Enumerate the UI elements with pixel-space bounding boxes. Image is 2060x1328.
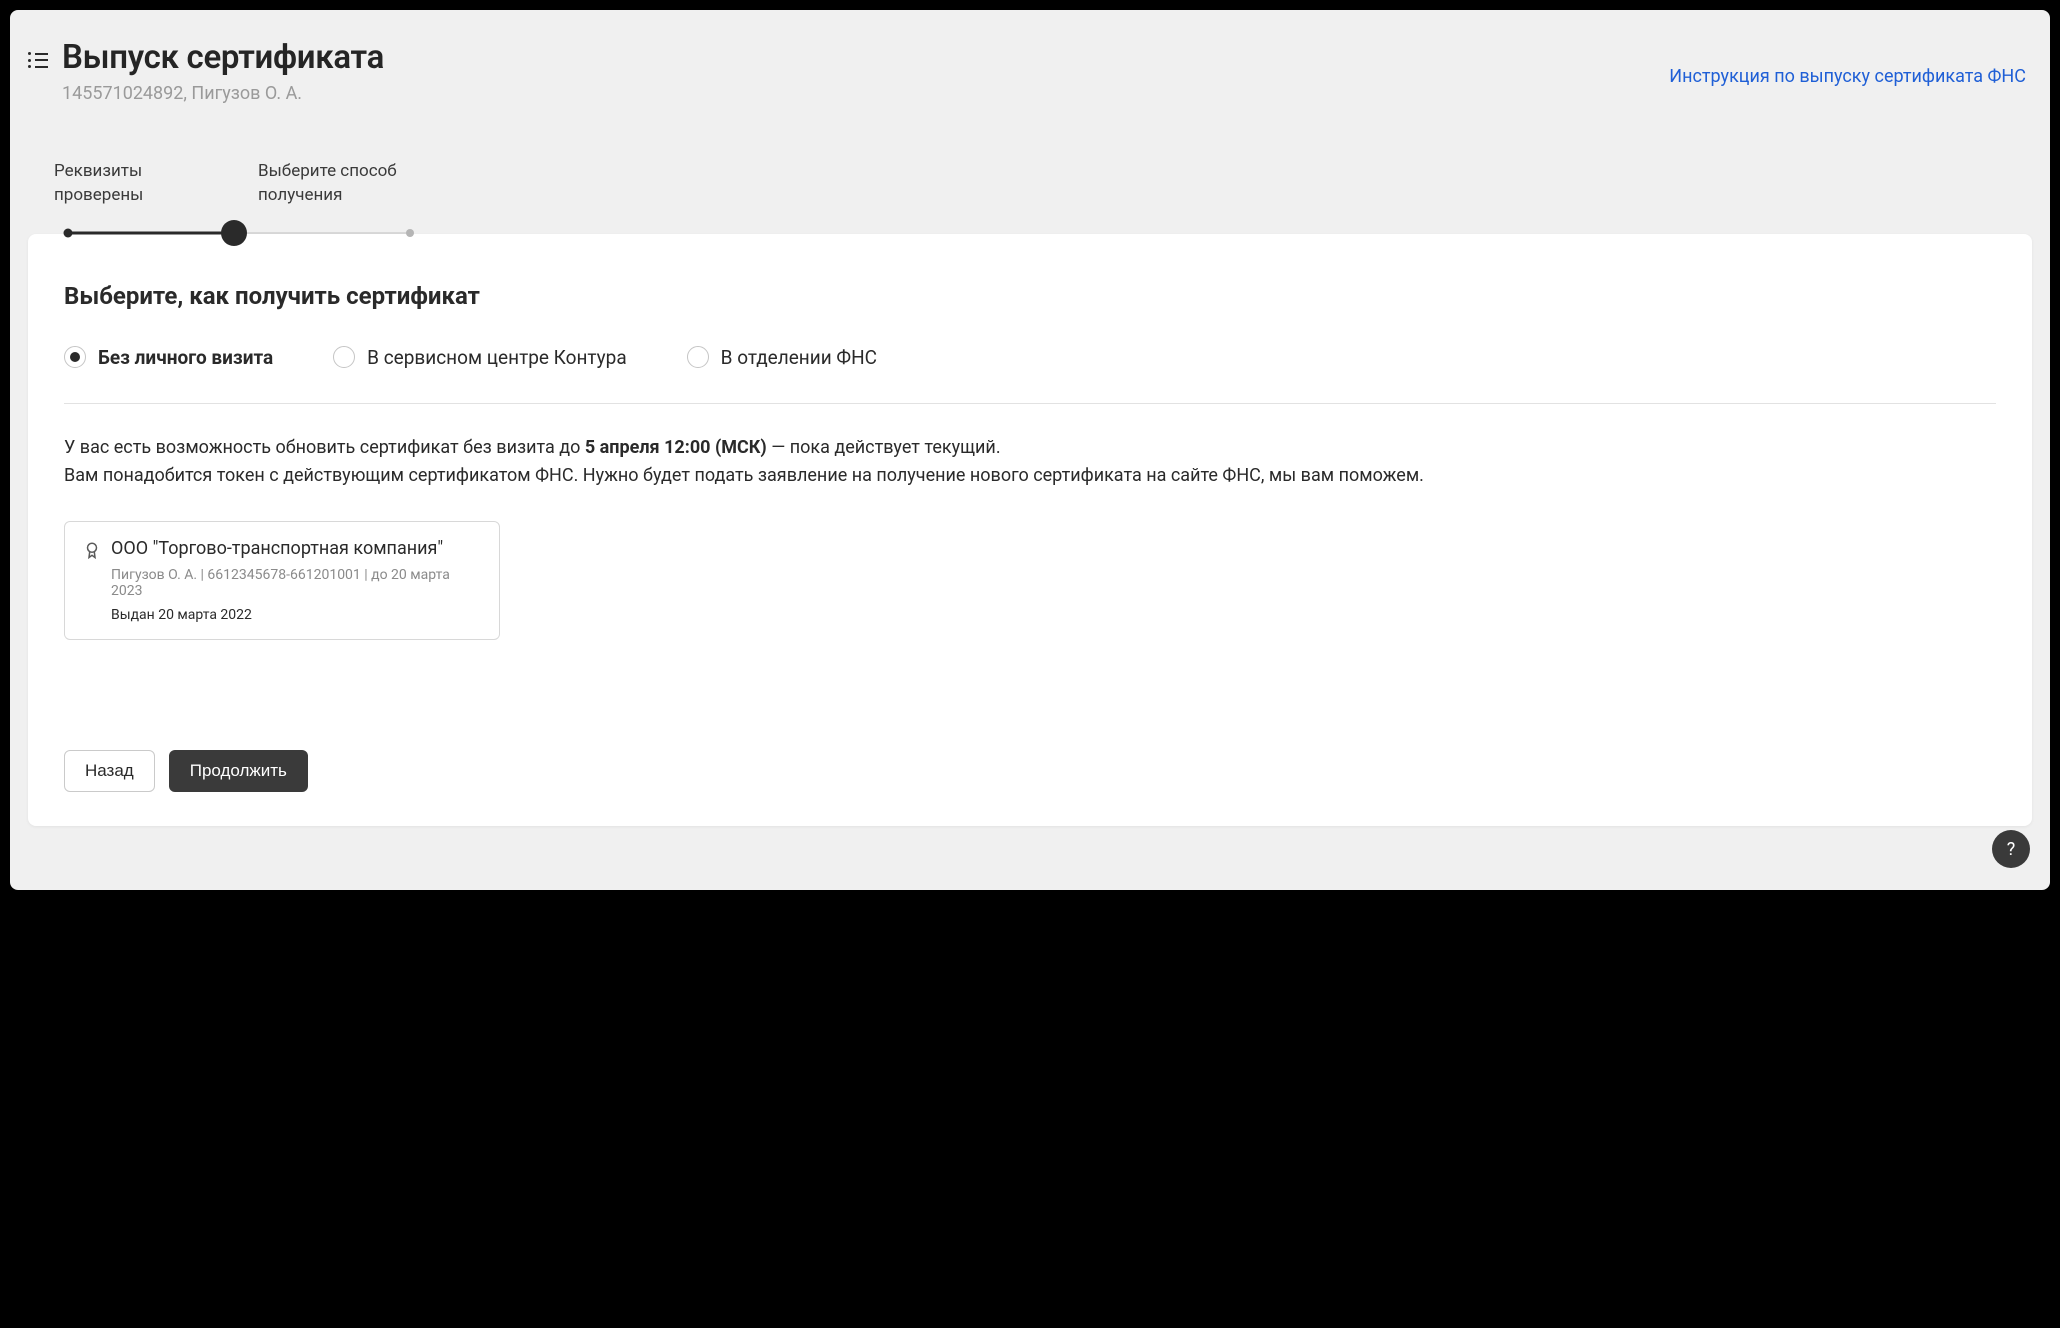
- certificate-meta: Пигузов О. А. | 6612345678-661201001 | д…: [111, 567, 481, 599]
- stepper: Реквизиты проверены Выберите способ полу…: [28, 160, 2032, 240]
- certificate-header: ООО "Торгово-транспортная компания": [83, 538, 481, 559]
- step-label-1: Реквизиты проверены: [54, 160, 204, 208]
- info-text: У вас есть возможность обновить сертифик…: [64, 434, 1996, 492]
- page-subtitle: 145571024892, Пигузов О. А.: [62, 83, 384, 104]
- certificate-issued: Выдан 20 марта 2022: [111, 607, 481, 623]
- stepper-dot-3: [406, 229, 414, 237]
- certificate-icon: [83, 541, 101, 559]
- main-card: Выберите, как получить сертификат Без ли…: [28, 234, 2032, 827]
- button-row: Назад Продолжить: [64, 750, 1996, 792]
- info-prefix: У вас есть возможность обновить сертифик…: [64, 437, 585, 458]
- step-label-2: Выберите способ получения: [258, 160, 408, 208]
- help-button[interactable]: ?: [1992, 830, 2030, 868]
- page-title: Выпуск сертификата: [62, 38, 384, 77]
- instruction-link[interactable]: Инструкция по выпуску сертификата ФНС: [1669, 66, 2026, 87]
- stepper-dot-1: [64, 228, 73, 237]
- certificate-card: ООО "Торгово-транспортная компания" Пигу…: [64, 521, 500, 640]
- info-deadline: 5 апреля 12:00 (МСК): [585, 437, 767, 458]
- radio-option-fns[interactable]: В отделении ФНС: [687, 346, 877, 369]
- menu-icon[interactable]: [28, 52, 48, 68]
- radio-icon: [64, 346, 86, 368]
- header-left: Выпуск сертификата 145571024892, Пигузов…: [28, 38, 384, 104]
- header-title-group: Выпуск сертификата 145571024892, Пигузов…: [62, 38, 384, 104]
- radio-icon: [333, 346, 355, 368]
- radio-icon: [687, 346, 709, 368]
- radio-label: Без личного визита: [98, 346, 273, 369]
- certificate-company: ООО "Торгово-транспортная компания": [111, 538, 443, 559]
- continue-button[interactable]: Продолжить: [169, 750, 308, 792]
- radio-option-service-center[interactable]: В сервисном центре Контура: [333, 346, 627, 369]
- stepper-dot-2-active: [221, 220, 247, 246]
- card-title: Выберите, как получить сертификат: [64, 282, 1996, 310]
- radio-group: Без личного визита В сервисном центре Ко…: [64, 346, 1996, 404]
- app-container: Выпуск сертификата 145571024892, Пигузов…: [10, 10, 2050, 890]
- stepper-track: [54, 226, 2006, 240]
- header: Выпуск сертификата 145571024892, Пигузов…: [28, 28, 2032, 104]
- radio-option-no-visit[interactable]: Без личного визита: [64, 346, 273, 369]
- stepper-labels: Реквизиты проверены Выберите способ полу…: [54, 160, 2006, 208]
- info-after: — пока действует текущий.: [767, 437, 1001, 458]
- back-button[interactable]: Назад: [64, 750, 155, 792]
- radio-label: В сервисном центре Контура: [367, 346, 627, 369]
- info-line2: Вам понадобится токен с действующим серт…: [64, 465, 1424, 486]
- radio-label: В отделении ФНС: [721, 346, 877, 369]
